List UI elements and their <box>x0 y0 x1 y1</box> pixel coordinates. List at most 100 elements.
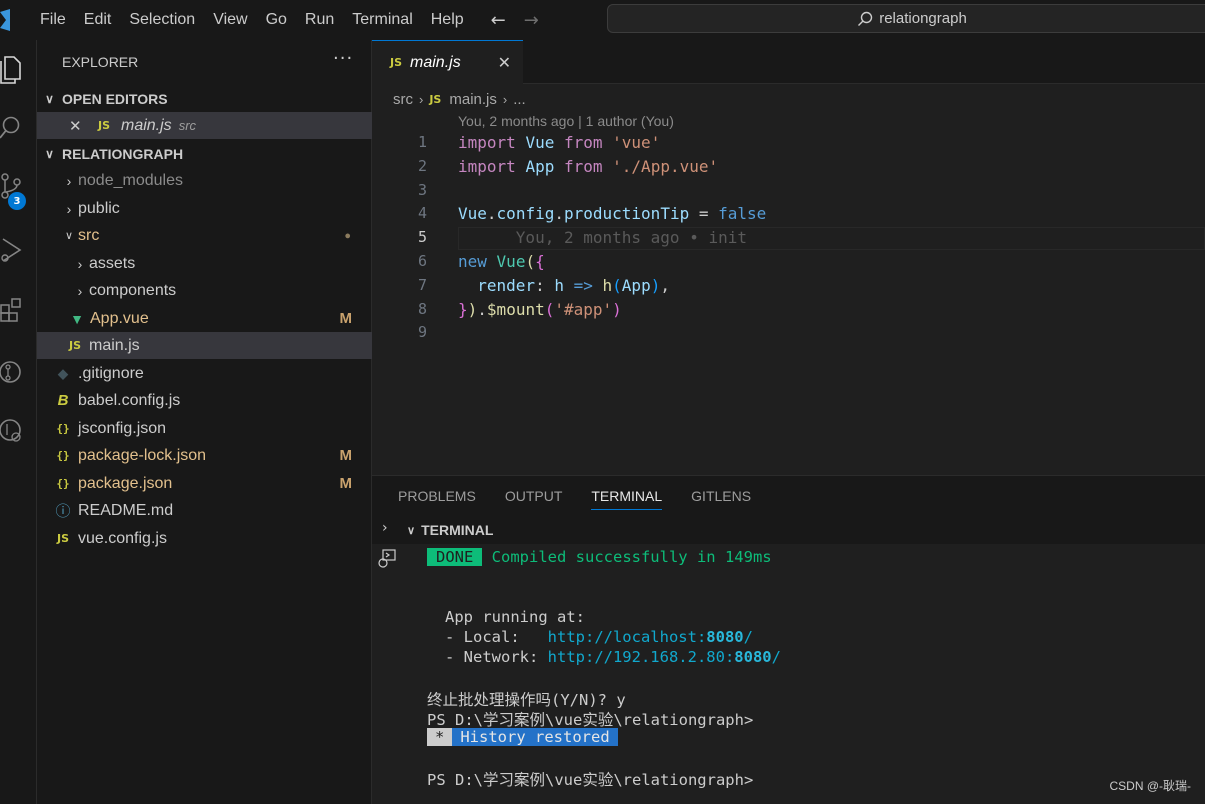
menu-go[interactable]: Go <box>257 0 296 40</box>
vue-file-icon: ▼ <box>70 310 84 327</box>
tree-file-app-vue[interactable]: ▼ App.vue M <box>37 305 372 332</box>
terminal-line-app-running: App running at: <box>445 608 585 626</box>
search-icon <box>858 11 873 26</box>
line-number: 4 <box>417 204 427 223</box>
menu-run[interactable]: Run <box>296 0 343 40</box>
explorer-icon[interactable] <box>0 48 37 92</box>
close-tab-icon[interactable]: ✕ <box>498 53 511 72</box>
terminal-line-compiled: DONE Compiled successfully in 149ms <box>427 548 772 566</box>
code-line: import Vue from 'vue' <box>458 133 661 152</box>
tree-file-gitignore[interactable]: ◆ .gitignore <box>37 360 372 387</box>
project-header[interactable]: ∨ RELATIONGRAPH <box>37 141 372 167</box>
json-file-icon: {} <box>56 422 70 435</box>
terminal-line-network: - Network: http://192.168.2.80:8080/ <box>445 648 781 666</box>
tree-folder-node-modules[interactable]: › node_modules <box>37 167 372 194</box>
line-number: 9 <box>417 323 427 342</box>
code-line: import App from './App.vue' <box>458 156 719 176</box>
local-label: - Local: <box>445 628 548 646</box>
more-actions-icon[interactable]: ··· <box>333 48 353 69</box>
tree-label: main.js <box>89 336 140 354</box>
menu-terminal[interactable]: Terminal <box>343 0 421 40</box>
forward-arrow-icon[interactable]: → <box>524 10 539 31</box>
breadcrumb: src › JS main.js › ... <box>393 88 526 110</box>
run-debug-icon[interactable] <box>0 228 37 272</box>
local-url-port: 8080 <box>706 628 744 646</box>
line-number: 7 <box>417 275 427 294</box>
chevron-right-icon: › <box>419 91 424 107</box>
local-url[interactable]: http://localhost:8080/ <box>548 628 753 646</box>
breadcrumb-src[interactable]: src <box>393 91 413 108</box>
breadcrumb-file[interactable]: main.js <box>449 91 497 108</box>
terminal-line-ps-prompt: PS D:\学习案例\vue实验\relationgraph> <box>427 771 754 789</box>
codelens-blame[interactable]: You, 2 months ago | 1 author (You) <box>458 113 674 129</box>
chevron-down-icon: ∨ <box>45 92 54 106</box>
bottom-panel: PROBLEMS OUTPUT TERMINAL GITLENS › ∨ TER… <box>372 475 1205 804</box>
line-number: 6 <box>417 251 427 270</box>
tree-file-readme[interactable]: ⓘ README.md <box>37 497 372 524</box>
tab-output[interactable]: OUTPUT <box>505 488 563 510</box>
tree-file-package-json[interactable]: {} package.json M <box>37 470 372 497</box>
terminal-line-history: * History restored <box>427 728 618 746</box>
json-file-icon: {} <box>56 449 70 462</box>
tree-file-jsconfig[interactable]: {} jsconfig.json <box>37 415 372 442</box>
tree-label: package.json <box>78 474 173 492</box>
tab-problems[interactable]: PROBLEMS <box>398 488 476 510</box>
command-center-text: relationgraph <box>879 10 967 27</box>
tree-folder-assets[interactable]: › assets <box>37 250 372 277</box>
menu-help[interactable]: Help <box>422 0 473 40</box>
remote-explorer-icon[interactable] <box>0 408 37 452</box>
tree-file-babel-config[interactable]: B babel.config.js <box>37 387 372 414</box>
js-file-icon: JS <box>97 119 110 132</box>
code-line: new Vue({ <box>458 251 545 271</box>
terminal-output[interactable]: DONE Compiled successfully in 149ms App … <box>372 544 1205 804</box>
menu-file[interactable]: File <box>31 0 75 40</box>
tree-label: babel.config.js <box>78 391 181 409</box>
modified-dot-icon: ● <box>344 229 351 242</box>
close-icon[interactable]: ✕ <box>69 117 85 135</box>
tree-label: .gitignore <box>78 364 144 382</box>
compiled-message: Compiled successfully in 149ms <box>491 548 772 566</box>
command-center-search[interactable]: relationgraph <box>607 4 1205 33</box>
open-editor-item[interactable]: ✕ JS main.js src <box>37 112 372 139</box>
tree-label: assets <box>89 254 136 272</box>
terminal-section-header[interactable]: ∨ TERMINAL <box>407 522 493 538</box>
network-url-suffix: / <box>771 648 781 666</box>
tree-folder-public[interactable]: › public <box>37 195 372 222</box>
tree-label: vue.config.js <box>78 529 167 547</box>
extensions-icon[interactable] <box>0 288 37 332</box>
tree-folder-src[interactable]: ∨ src ● <box>37 222 372 249</box>
breadcrumb-symbols[interactable]: ... <box>513 91 526 108</box>
js-file-icon: JS <box>68 339 81 352</box>
tree-file-main-js[interactable]: JS main.js <box>37 332 372 359</box>
tree-folder-components[interactable]: › components <box>37 277 372 304</box>
tree-label: public <box>78 199 120 217</box>
line-number: 3 <box>417 180 427 199</box>
line-number: 2 <box>417 156 427 175</box>
menu-view[interactable]: View <box>204 0 256 40</box>
gitlens-icon[interactable] <box>0 350 37 394</box>
menu-selection[interactable]: Selection <box>120 0 204 40</box>
terminal-tab-icon[interactable] <box>377 549 397 573</box>
git-modified-badge: M <box>339 310 353 327</box>
tab-main-js[interactable]: JS main.js ✕ <box>372 40 523 84</box>
git-modified-badge: M <box>339 475 353 492</box>
network-url[interactable]: http://192.168.2.80:8080/ <box>548 648 781 666</box>
open-editor-filename: main.js <box>121 116 172 134</box>
local-url-prefix: http://localhost: <box>547 628 707 646</box>
editor-tab-bar: JS main.js ✕ <box>372 40 1205 84</box>
open-editors-header[interactable]: ∨ OPEN EDITORS <box>37 86 372 112</box>
tab-terminal[interactable]: TERMINAL <box>591 488 663 510</box>
tab-gitlens[interactable]: GITLENS <box>691 488 751 510</box>
code-line: }).$mount('#app') <box>458 299 622 319</box>
json-file-icon: {} <box>56 477 70 490</box>
tree-file-vue-config[interactable]: JS vue.config.js <box>37 525 372 552</box>
line-number-gutter: 1 2 3 4 5 6 7 8 9 <box>395 131 427 345</box>
chevron-right-icon[interactable]: › <box>382 520 388 536</box>
code-editor[interactable]: import Vue from 'vue' import App from '.… <box>458 131 1205 345</box>
tree-file-package-lock[interactable]: {} package-lock.json M <box>37 442 372 469</box>
open-editors-label: OPEN EDITORS <box>62 91 168 107</box>
tree-label: App.vue <box>90 309 149 327</box>
search-icon[interactable] <box>0 106 37 150</box>
back-arrow-icon[interactable]: ← <box>491 10 506 31</box>
menu-edit[interactable]: Edit <box>75 0 121 40</box>
